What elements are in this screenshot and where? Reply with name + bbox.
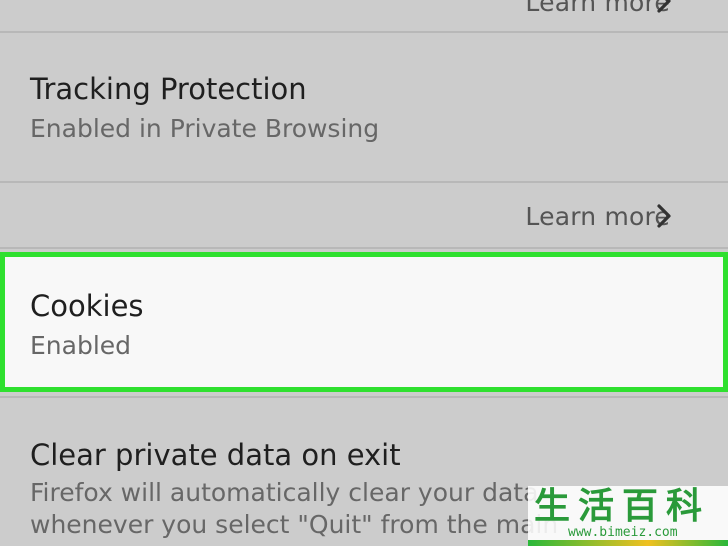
setting-title: Tracking Protection [30,72,307,106]
setting-summary-line-1: Firefox will automatically clear your da… [30,478,539,507]
watermark-chars: 生活百科 [534,485,711,527]
learn-more-label-top: Learn more [525,0,670,17]
setting-title: Clear private data on exit [30,438,401,472]
divider [0,31,728,33]
learn-more-row[interactable]: Learn more [0,196,728,236]
watermark-stripe [528,540,728,546]
privacy-settings-screen: Learn more Tracking Protection Enabled i… [0,0,728,546]
watermark-url: www.bimeiz.com [568,525,678,540]
setting-summary: Enabled in Private Browsing [30,114,380,143]
divider [0,247,728,249]
setting-title: Cookies [30,289,144,323]
divider [0,181,728,183]
divider [0,396,728,398]
setting-cookies[interactable]: Cookies Enabled [30,288,144,362]
chevron-right-icon [657,0,671,13]
setting-cookies-highlight[interactable]: Cookies Enabled [0,252,728,392]
learn-more-label: Learn more [525,201,670,231]
setting-summary-line-2: whenever you select "Quit" from the main [30,510,559,539]
setting-tracking-protection[interactable]: Tracking Protection Enabled in Private B… [30,71,379,145]
setting-summary: Enabled [30,331,132,360]
learn-more-row-top[interactable]: Learn more [0,0,728,22]
chevron-right-icon [657,204,671,228]
setting-clear-private-data[interactable]: Clear private data on exit Firefox will … [30,437,558,541]
watermark-logo: 生活百科 www.bimeiz.com [528,486,728,546]
